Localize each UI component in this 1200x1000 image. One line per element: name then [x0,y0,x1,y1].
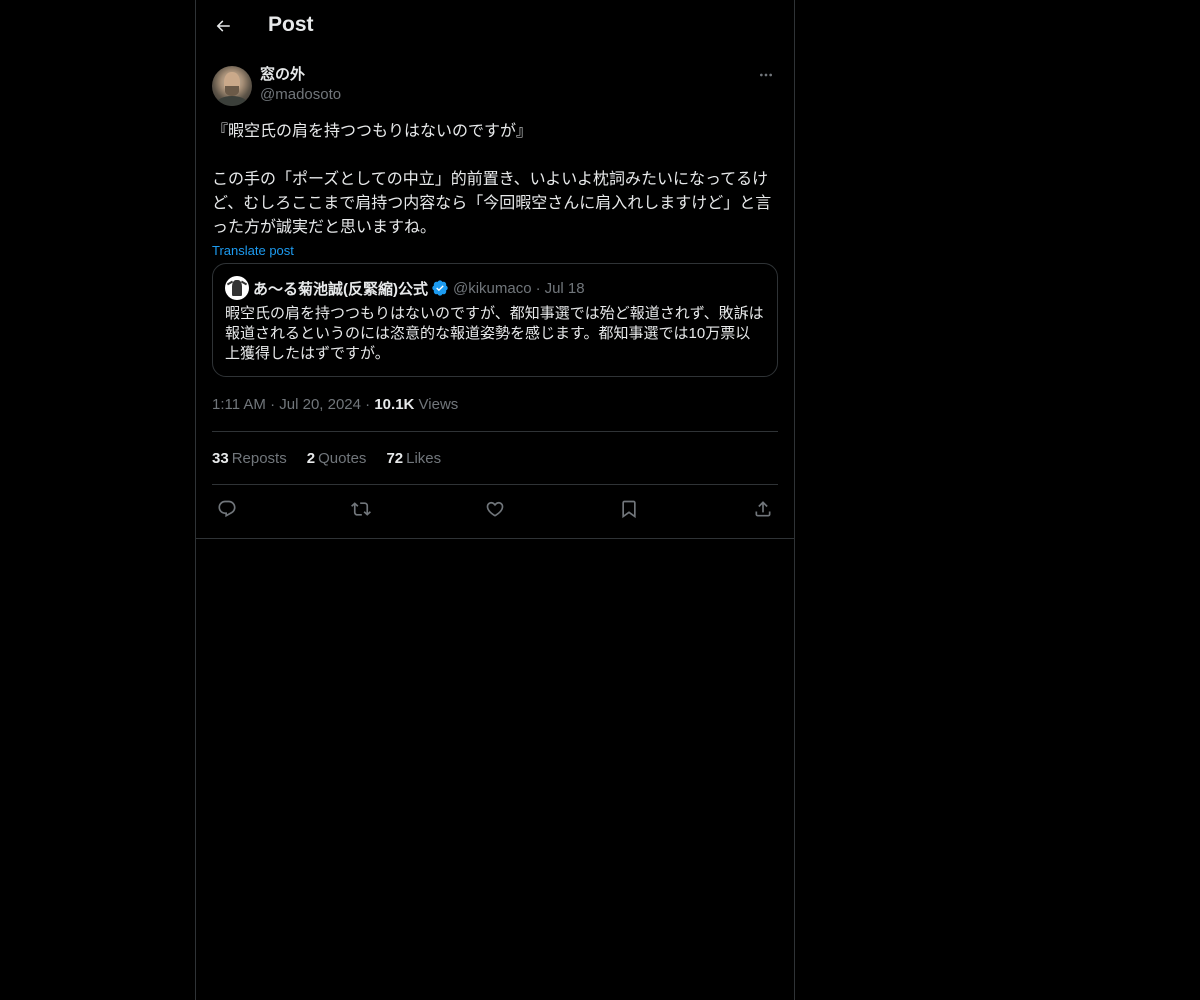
views-count: 10.1K [374,396,415,413]
reposts-stat[interactable]: 33 Reposts [212,450,287,467]
separator-dot: · [535,279,541,297]
back-button[interactable] [212,15,234,37]
like-icon [486,501,504,517]
reply-icon [218,500,236,517]
likes-label: Likes [406,449,442,467]
separator-dot: · [270,396,276,413]
quotes-stat[interactable]: 2 Quotes [307,450,367,467]
post-date[interactable]: Jul 20, 2024 [279,396,361,413]
quoted-post[interactable]: あ〜る菊池誠(反緊縮)公式 @kikumaco · Jul 18 暇空氏の肩を持… [212,263,778,377]
arrow-left-icon [216,20,230,32]
more-button[interactable] [756,67,776,83]
separator-dot: · [365,396,371,413]
likes-stat[interactable]: 72 Likes [386,450,441,467]
share-icon [755,500,771,516]
likes-count: 72 [386,449,404,467]
author-handle[interactable]: @madosoto [260,85,341,105]
actions-row [212,485,778,532]
bookmark-icon [622,500,636,518]
verified-badge-icon [431,279,449,297]
share-button[interactable] [752,498,774,520]
main-column: Post 窓の外 @madosoto 『暇空氏の肩を持つつもりはないのですが』 … [195,0,795,1000]
post-meta: 1:11 AM · Jul 20, 2024 · 10.1K Views [212,395,778,415]
quotes-label: Quotes [318,449,367,467]
quoted-handle: @kikumaco [453,279,532,297]
page-title: Post [268,13,314,36]
quoted-avatar [225,276,249,300]
quoted-post-header: あ〜る菊池誠(反緊縮)公式 @kikumaco · Jul 18 [225,276,765,300]
header: Post [196,0,794,53]
reposts-count: 33 [212,449,229,467]
more-horizontal-icon [760,73,772,77]
reposts-label: Reposts [231,449,287,467]
like-button[interactable] [484,498,506,520]
post: 窓の外 @madosoto 『暇空氏の肩を持つつもりはないのですが』 この手の「… [212,62,778,532]
quoted-text: 暇空氏の肩を持つつもりはないのですが、都知事選では殆ど報道されず、敗訴は報道され… [225,305,764,362]
views-label: Views [418,396,459,413]
avatar[interactable] [212,66,252,106]
post-time[interactable]: 1:11 AM [212,396,266,413]
quoted-display-name: あ〜る菊池誠(反緊縮)公式 [253,280,428,298]
translate-post-link[interactable]: Translate post [212,242,294,260]
quotes-count: 2 [306,449,316,467]
reply-button[interactable] [216,498,238,520]
author-row: 窓の外 @madosoto [212,62,778,110]
stats-row: 33 Reposts 2 Quotes 72 Likes [212,432,778,484]
quoted-date: Jul 18 [544,279,585,297]
post-text: 『暇空氏の肩を持つつもりはないのですが』 この手の「ポーズとしての中立」的前置き… [212,123,772,236]
bookmark-button[interactable] [618,498,640,520]
author-display-name[interactable]: 窓の外 [260,65,341,85]
post-bottom-divider [196,538,794,539]
repost-button[interactable] [350,498,372,520]
author-names: 窓の外 @madosoto [260,65,341,105]
repost-icon [351,501,371,516]
